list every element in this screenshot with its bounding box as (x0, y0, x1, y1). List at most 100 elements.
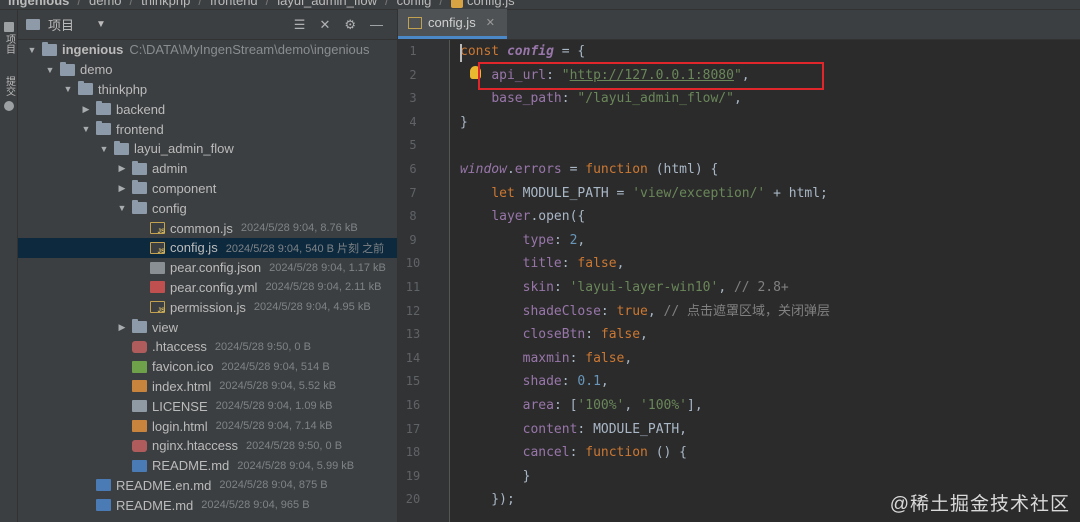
project-panel-title[interactable]: 项目 (48, 15, 74, 34)
tree-file[interactable]: favicon.ico 2024/5/28 9:04, 514 B (18, 357, 397, 377)
project-tool-tab[interactable]: 项目 (0, 20, 18, 57)
tree-folder[interactable]: ▼ config (18, 198, 397, 218)
line-number: 8 (409, 209, 417, 224)
tree-file[interactable]: README.md 2024/5/28 9:04, 965 B (18, 495, 397, 515)
tab-config-js[interactable]: config.js ✕ (398, 9, 507, 39)
tree-file[interactable]: pear.config.json 2024/5/28 9:04, 1.17 kB (18, 258, 397, 278)
project-tool-label: 项目 (3, 34, 15, 54)
code-line: base_path: "/layui_admin_flow/", (491, 91, 742, 107)
tree-item-meta: 2024/5/28 9:04, 540 B 片刻 之前 (225, 242, 385, 255)
chevron-down-icon[interactable]: ▼ (116, 203, 128, 213)
tree-file[interactable]: LICENSE 2024/5/28 9:04, 1.09 kB (18, 396, 397, 416)
tree-item-meta: 2024/5/28 9:04, 7.14 kB (215, 420, 333, 433)
chevron-right-icon[interactable]: ▶ (80, 104, 92, 115)
code-line: shadeClose: true, // 点击遮罩区域，关闭弹层 (522, 303, 831, 319)
tree-file[interactable]: README.en.md 2024/5/28 9:04, 875 B (18, 476, 397, 496)
commit-tool-tab[interactable]: 提交 (0, 76, 18, 113)
folder-icon (132, 180, 147, 195)
close-icon[interactable]: ✕ (486, 16, 495, 29)
tab-label: config.js (428, 15, 476, 30)
folder-icon (114, 140, 129, 155)
tree-file[interactable]: .htaccess 2024/5/28 9:50, 0 B (18, 337, 397, 357)
chevron-right-icon[interactable]: ▶ (116, 322, 128, 333)
md-file-icon (132, 459, 147, 472)
tree-item-meta: 2024/5/28 9:04, 8.76 kB (240, 222, 358, 235)
folder-icon (4, 22, 14, 32)
line-number: 13 (405, 327, 421, 342)
tree-folder[interactable]: ▼ frontend (18, 119, 397, 139)
lic-file-icon (132, 400, 147, 413)
collapse-all-icon[interactable]: ☰ (294, 17, 306, 33)
line-number: 6 (409, 161, 417, 176)
minimize-icon[interactable]: — (370, 17, 383, 33)
code-lines[interactable]: const config = { api_url: "http://127.0.… (460, 40, 1080, 512)
tree-item-path: C:\DATA\MyIngenStream\demo\ingenious (129, 42, 370, 58)
tree-folder[interactable]: ▶ admin (18, 159, 397, 179)
chevron-down-icon[interactable]: ▼ (98, 144, 110, 154)
expand-all-icon[interactable]: ✕ (319, 17, 330, 33)
breadcrumb-item[interactable]: demo (89, 0, 122, 10)
watermark: @稀土掘金技术社区 (889, 494, 1070, 515)
code-line: } (460, 468, 531, 484)
folder-icon (132, 160, 147, 175)
tree-item-name: README.en.md (116, 477, 212, 493)
tree-folder[interactable]: ▶ backend (18, 99, 397, 119)
js-file-icon (450, 0, 463, 8)
code-line: area: ['100%', '100%'], (522, 397, 703, 413)
code-line: closeBtn: false, (522, 327, 648, 343)
commit-icon (4, 101, 14, 111)
tree-folder[interactable]: ▶ view (18, 317, 397, 337)
breadcrumb-item[interactable]: ingenious (8, 0, 69, 10)
code-line: skin: 'layui-layer-win10', // 2.8+ (522, 279, 789, 295)
tree-file[interactable]: config.js 2024/5/28 9:04, 540 B 片刻 之前 (18, 237, 397, 258)
chevron-down-icon[interactable]: ▼ (80, 124, 92, 134)
tree-item-name: README.md (152, 458, 230, 474)
tree-folder[interactable]: ▼ layui_admin_flow (18, 139, 397, 159)
tree-file[interactable]: common.js 2024/5/28 9:04, 8.76 kB (18, 218, 397, 238)
tree-item-meta: 2024/5/28 9:50, 0 B (214, 340, 311, 353)
js-file-icon (150, 222, 165, 235)
tree-file[interactable]: index.html 2024/5/28 9:04, 5.52 kB (18, 377, 397, 397)
tree-item-name: demo (80, 62, 113, 78)
breadcrumb: ingenious / demo / thinkphp / frontend / layui_a… (0, 0, 1080, 10)
breadcrumb-separator: / (385, 0, 389, 8)
chevron-down-icon[interactable]: ▼ (26, 45, 38, 55)
ht-file-icon (132, 340, 147, 353)
tree-item-name: LICENSE (152, 398, 208, 414)
tree-file[interactable]: README.md 2024/5/28 9:04, 5.99 kB (18, 456, 397, 476)
breadcrumb-item[interactable]: thinkphp (141, 0, 190, 10)
breadcrumb-item[interactable]: layui_admin_flow (277, 0, 377, 10)
chevron-down-icon[interactable]: ▼ (96, 19, 106, 30)
line-number: 2 (409, 67, 417, 82)
html-file-icon (132, 380, 147, 393)
tree-item-name: thinkphp (98, 81, 148, 97)
line-number: 15 (405, 374, 421, 389)
chevron-right-icon[interactable]: ▶ (116, 183, 128, 194)
tree-item-name: frontend (116, 121, 164, 137)
breadcrumb-item[interactable]: frontend (210, 0, 258, 10)
tree-file[interactable]: permission.js 2024/5/28 9:04, 4.95 kB (18, 297, 397, 317)
folder-icon (96, 121, 111, 136)
tree-file[interactable]: pear.config.yml 2024/5/28 9:04, 2.11 kB (18, 278, 397, 298)
tree-file[interactable]: login.html 2024/5/28 9:04, 7.14 kB (18, 416, 397, 436)
ico-file-icon (132, 360, 147, 373)
folder-icon (26, 19, 40, 30)
breadcrumb-separator: / (129, 0, 134, 8)
tree-folder[interactable]: ▼ thinkphp (18, 80, 397, 100)
code-line: cancel: function () { (522, 445, 688, 461)
code-line: } (460, 114, 468, 130)
line-number: 18 (405, 445, 421, 460)
chevron-right-icon[interactable]: ▶ (116, 163, 128, 174)
chevron-down-icon[interactable]: ▼ (44, 65, 56, 75)
line-number: 7 (409, 185, 417, 200)
tree-item-name: layui_admin_flow (134, 141, 234, 157)
chevron-down-icon[interactable]: ▼ (62, 84, 74, 94)
gear-icon[interactable]: ⚙ (344, 17, 356, 33)
tree-folder[interactable]: ▼ ingenious C:\DATA\MyIngenStream\demo\ing… (18, 40, 397, 60)
tree-item-meta: 2024/5/28 9:04, 875 B (219, 479, 328, 492)
tree-folder[interactable]: ▶ component (18, 179, 397, 199)
tree-folder[interactable]: ▼ demo (18, 60, 397, 80)
tree-file[interactable]: nginx.htaccess 2024/5/28 9:50, 0 B (18, 436, 397, 456)
text-caret (460, 44, 462, 62)
